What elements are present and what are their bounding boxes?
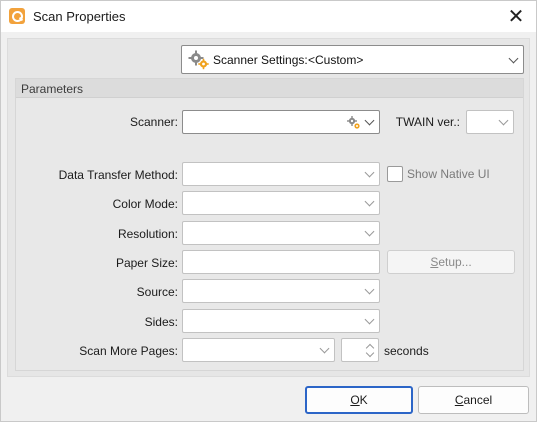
ok-button-label: K (359, 393, 368, 407)
seconds-label: seconds (384, 344, 429, 358)
scan-more-pages-label: Scan More Pages: (79, 344, 178, 358)
gears-icon (188, 50, 209, 70)
parameters-header: Parameters (16, 79, 523, 98)
scan-more-pages-dropdown[interactable] (182, 338, 335, 362)
setup-button-label: etup... (438, 255, 472, 269)
twain-version-label: TWAIN ver.: (395, 115, 460, 129)
sides-dropdown[interactable] (182, 309, 380, 333)
color-mode-label: Color Mode: (112, 197, 178, 211)
app-icon (9, 8, 25, 24)
sides-label: Sides: (144, 315, 178, 329)
cancel-button-label: ancel (463, 393, 493, 407)
chevron-down-icon (364, 196, 375, 207)
paper-size-label: Paper Size: (115, 256, 178, 270)
resolution-dropdown[interactable] (182, 221, 380, 245)
scan-properties-dialog: Scan Properties ✕ Scanner Settings: <Cus… (0, 0, 537, 422)
twain-version-dropdown[interactable] (466, 110, 514, 134)
scanner-settings-value: <Custom> (308, 53, 364, 67)
chevron-down-icon (364, 284, 375, 295)
dialog-title: Scan Properties (33, 9, 126, 24)
chevron-down-icon (364, 226, 375, 237)
color-mode-dropdown[interactable] (182, 191, 380, 215)
spin-down-icon[interactable] (365, 348, 375, 358)
scanner-settings-dropdown[interactable]: Scanner Settings: <Custom> (181, 45, 524, 74)
resolution-label: Resolution: (117, 227, 178, 241)
data-transfer-dropdown[interactable] (182, 162, 380, 186)
show-native-ui-checkbox[interactable] (387, 166, 403, 182)
chevron-down-icon (364, 167, 375, 178)
cancel-button-mnemonic: C (454, 393, 464, 407)
setup-button[interactable]: Setup... (387, 250, 515, 274)
chevron-down-icon (508, 53, 519, 63)
chevron-down-icon (364, 314, 375, 325)
ok-button-mnemonic: O (350, 393, 360, 407)
setup-button-mnemonic: S (430, 255, 439, 269)
paper-size-field[interactable] (182, 250, 380, 274)
seconds-spinner[interactable] (341, 338, 379, 362)
parameters-title: Parameters (21, 82, 84, 96)
ok-button[interactable]: OK (305, 386, 413, 414)
chevron-down-icon (319, 343, 330, 354)
chevron-down-icon (498, 115, 509, 126)
close-icon[interactable]: ✕ (504, 5, 528, 27)
scanner-settings-label: Scanner Settings: (213, 53, 308, 67)
show-native-ui-label: Show Native UI (407, 167, 490, 181)
source-dropdown[interactable] (182, 279, 380, 303)
title-bar: Scan Properties ✕ (1, 1, 536, 32)
cancel-button[interactable]: Cancel (418, 386, 529, 414)
scanner-label: Scanner: (129, 115, 178, 129)
data-transfer-label: Data Transfer Method: (58, 168, 178, 182)
source-label: Source: (136, 285, 178, 299)
